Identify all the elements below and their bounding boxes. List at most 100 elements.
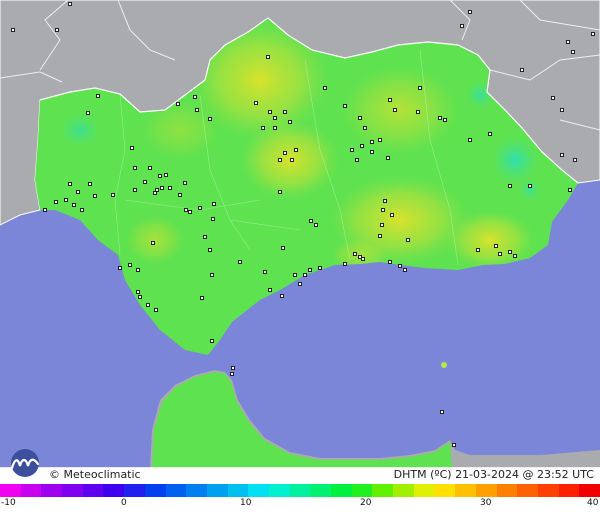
station-marker[interactable] (323, 86, 327, 90)
station-marker[interactable] (266, 55, 270, 59)
station-marker[interactable] (76, 190, 80, 194)
station-marker[interactable] (72, 203, 76, 207)
station-marker[interactable] (208, 248, 212, 252)
station-marker[interactable] (591, 32, 595, 36)
station-marker[interactable] (460, 24, 464, 28)
station-marker[interactable] (278, 190, 282, 194)
station-marker[interactable] (560, 108, 564, 112)
station-marker[interactable] (268, 110, 272, 114)
station-marker[interactable] (11, 28, 15, 32)
station-marker[interactable] (231, 366, 235, 370)
station-marker[interactable] (383, 199, 387, 203)
station-marker[interactable] (55, 28, 59, 32)
station-marker[interactable] (158, 174, 162, 178)
station-marker[interactable] (568, 188, 572, 192)
station-marker[interactable] (154, 308, 158, 312)
station-marker[interactable] (508, 184, 512, 188)
station-marker[interactable] (268, 288, 272, 292)
station-marker[interactable] (43, 208, 47, 212)
station-marker[interactable] (148, 166, 152, 170)
station-marker[interactable] (198, 206, 202, 210)
station-marker[interactable] (343, 104, 347, 108)
station-marker[interactable] (314, 223, 318, 227)
station-marker[interactable] (418, 86, 422, 90)
station-marker[interactable] (403, 268, 407, 272)
station-marker[interactable] (193, 95, 197, 99)
station-marker[interactable] (281, 246, 285, 250)
station-marker[interactable] (261, 126, 265, 130)
station-marker[interactable] (452, 443, 456, 447)
station-marker[interactable] (164, 173, 168, 177)
station-marker[interactable] (416, 110, 420, 114)
station-marker[interactable] (273, 126, 277, 130)
station-marker[interactable] (293, 273, 297, 277)
station-marker[interactable] (468, 138, 472, 142)
station-marker[interactable] (128, 263, 132, 267)
station-marker[interactable] (210, 339, 214, 343)
station-marker[interactable] (146, 303, 150, 307)
station-marker[interactable] (133, 188, 137, 192)
station-marker[interactable] (96, 94, 100, 98)
station-marker[interactable] (138, 295, 142, 299)
station-marker[interactable] (361, 257, 365, 261)
station-marker[interactable] (380, 223, 384, 227)
station-marker[interactable] (393, 108, 397, 112)
station-marker[interactable] (64, 198, 68, 202)
station-marker[interactable] (195, 108, 199, 112)
station-marker[interactable] (151, 241, 155, 245)
station-marker[interactable] (443, 118, 447, 122)
station-marker[interactable] (160, 186, 164, 190)
station-marker[interactable] (571, 50, 575, 54)
station-marker[interactable] (355, 158, 359, 162)
station-marker[interactable] (358, 255, 362, 259)
station-marker[interactable] (86, 111, 90, 115)
station-marker[interactable] (566, 40, 570, 44)
station-marker[interactable] (278, 158, 282, 162)
station-marker[interactable] (468, 10, 472, 14)
station-marker[interactable] (350, 148, 354, 152)
station-marker[interactable] (488, 132, 492, 136)
station-marker[interactable] (133, 166, 137, 170)
station-marker[interactable] (398, 264, 402, 268)
station-marker[interactable] (68, 2, 72, 6)
station-marker[interactable] (178, 193, 182, 197)
station-marker[interactable] (528, 184, 532, 188)
station-marker[interactable] (551, 96, 555, 100)
station-marker[interactable] (298, 282, 302, 286)
station-marker[interactable] (254, 101, 258, 105)
station-marker[interactable] (210, 273, 214, 277)
station-marker[interactable] (363, 126, 367, 130)
station-marker[interactable] (200, 296, 204, 300)
station-marker[interactable] (203, 235, 207, 239)
station-marker[interactable] (211, 217, 215, 221)
station-marker[interactable] (318, 266, 322, 270)
station-marker[interactable] (168, 186, 172, 190)
station-marker[interactable] (508, 250, 512, 254)
station-marker[interactable] (390, 213, 394, 217)
station-marker[interactable] (273, 116, 277, 120)
station-marker[interactable] (294, 148, 298, 152)
station-marker[interactable] (388, 98, 392, 102)
station-marker[interactable] (360, 144, 364, 148)
station-marker[interactable] (184, 208, 188, 212)
station-marker[interactable] (290, 158, 294, 162)
station-marker[interactable] (238, 260, 242, 264)
station-marker[interactable] (343, 262, 347, 266)
station-marker[interactable] (263, 270, 267, 274)
station-marker[interactable] (353, 252, 357, 256)
station-marker[interactable] (130, 146, 134, 150)
station-marker[interactable] (143, 180, 147, 184)
station-marker[interactable] (358, 116, 362, 120)
station-marker[interactable] (513, 254, 517, 258)
station-marker[interactable] (111, 193, 115, 197)
station-marker[interactable] (136, 290, 140, 294)
station-marker[interactable] (183, 181, 187, 185)
station-marker[interactable] (370, 140, 374, 144)
station-marker[interactable] (406, 238, 410, 242)
station-marker[interactable] (88, 182, 92, 186)
station-marker[interactable] (378, 234, 382, 238)
station-marker[interactable] (520, 68, 524, 72)
station-marker[interactable] (230, 372, 234, 376)
station-marker[interactable] (212, 202, 216, 206)
station-marker[interactable] (381, 208, 385, 212)
